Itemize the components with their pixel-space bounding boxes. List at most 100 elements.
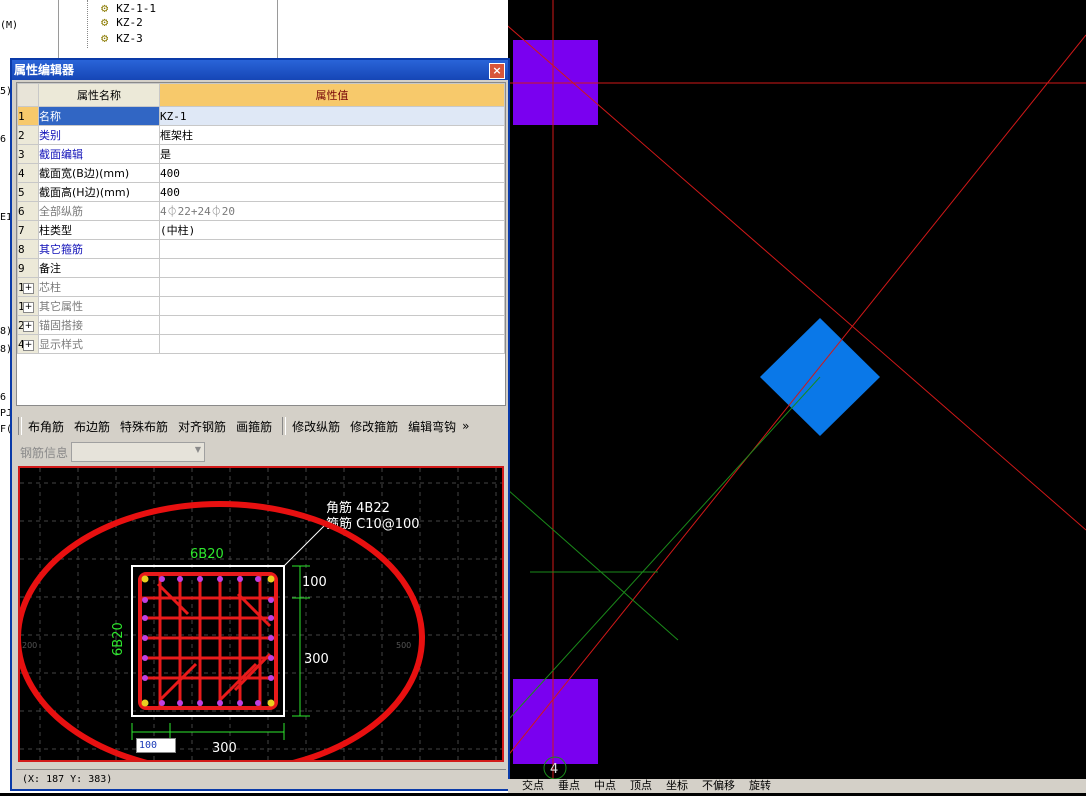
- property-row[interactable]: 7 柱类型 (中柱): [17, 220, 505, 240]
- property-row[interactable]: 15+其它属性: [17, 296, 505, 316]
- property-row[interactable]: 10+芯柱: [17, 277, 505, 297]
- corner-rebar-point[interactable]: [267, 575, 275, 583]
- expand-icon[interactable]: +: [23, 282, 34, 294]
- property-name-label: 全部纵筋: [39, 205, 83, 218]
- property-value[interactable]: KZ-1: [159, 106, 505, 126]
- rotate-toggle[interactable]: 旋转: [749, 779, 771, 793]
- side-rebar-point[interactable]: [177, 576, 183, 582]
- side-rebar-point[interactable]: [268, 615, 274, 621]
- property-value[interactable]: 框架柱: [159, 125, 505, 145]
- edge-rebar-button[interactable]: 布边筋: [74, 418, 110, 435]
- snap-intersection[interactable]: 交点: [522, 779, 544, 793]
- property-row[interactable]: 6 全部纵筋 4⏀22+24⏀20: [17, 201, 505, 221]
- component-tree: ⚙ KZ-1-1 ⚙ KZ-2 ⚙ KZ-3: [58, 0, 278, 58]
- property-row[interactable]: 28+锚固搭接: [17, 315, 505, 335]
- property-row[interactable]: 5 截面高(H边)(mm) 400: [17, 182, 505, 202]
- property-value[interactable]: 4⏀22+24⏀20: [159, 201, 505, 221]
- align-rebar-button[interactable]: 对齐钢筋: [178, 418, 226, 435]
- property-value[interactable]: [159, 296, 505, 316]
- snap-midpoint[interactable]: 中点: [594, 779, 616, 793]
- side-rebar-point[interactable]: [177, 700, 183, 706]
- snap-toolbar: 交点 垂点 中点 顶点 坐标 不偏移 旋转: [508, 779, 1086, 793]
- window-title-bar[interactable]: 属性编辑器 ×: [12, 60, 508, 80]
- left-fragment: 6: [0, 134, 7, 145]
- expand-icon[interactable]: +: [23, 339, 34, 351]
- side-rebar-point[interactable]: [142, 655, 148, 661]
- row-number: 7: [17, 220, 39, 240]
- expand-icon[interactable]: +: [23, 301, 34, 313]
- row-number: 8: [17, 239, 39, 259]
- toolbar-more-button[interactable]: »: [462, 419, 469, 433]
- side-rebar-point[interactable]: [142, 597, 148, 603]
- corner-rebar-point[interactable]: [141, 699, 149, 707]
- tree-item-kz-3[interactable]: ⚙ KZ-3: [101, 30, 143, 46]
- side-rebar-point[interactable]: [237, 576, 243, 582]
- corner-rebar-point[interactable]: [141, 575, 149, 583]
- corner-rebar-button[interactable]: 布角筋: [28, 418, 64, 435]
- property-row[interactable]: 3 截面编辑 是: [17, 144, 505, 164]
- property-row[interactable]: 8 其它箍筋: [17, 239, 505, 259]
- side-rebar-point[interactable]: [268, 675, 274, 681]
- property-row[interactable]: 9 备注: [17, 258, 505, 278]
- offset-select[interactable]: 不偏移: [702, 779, 735, 793]
- property-value[interactable]: [159, 315, 505, 335]
- property-name-label: 截面高(H边)(mm): [39, 186, 130, 199]
- drawing-canvas[interactable]: 4: [477, 0, 1086, 794]
- property-value[interactable]: 400: [159, 163, 505, 183]
- gear-icon: ⚙: [101, 31, 109, 45]
- snap-perpendicular[interactable]: 垂点: [558, 779, 580, 793]
- side-rebar-point[interactable]: [268, 655, 274, 661]
- property-editor-window[interactable]: 属性编辑器 × 属性名称 属性值 1 名称 KZ-1 2 类别 框架柱 3 截面编辑是 4 截面宽…: [10, 58, 510, 791]
- modify-stirrup-button[interactable]: 修改箍筋: [350, 418, 398, 435]
- draw-stirrup-button[interactable]: 画箍筋: [236, 418, 272, 435]
- property-name-label: 名称: [39, 110, 61, 123]
- snap-coordinate[interactable]: 坐标: [666, 779, 688, 793]
- property-value[interactable]: 是: [159, 144, 505, 164]
- property-value[interactable]: [159, 239, 505, 259]
- property-value[interactable]: [159, 277, 505, 297]
- side-rebar-point[interactable]: [159, 700, 165, 706]
- special-rebar-button[interactable]: 特殊布筋: [120, 418, 168, 435]
- side-rebar-point[interactable]: [142, 635, 148, 641]
- property-value[interactable]: 400: [159, 182, 505, 202]
- snap-vertex[interactable]: 顶点: [630, 779, 652, 793]
- side-rebar-point[interactable]: [159, 576, 165, 582]
- dimension-input[interactable]: 100: [136, 738, 176, 753]
- property-value[interactable]: (中柱): [159, 220, 505, 240]
- close-icon: ×: [492, 64, 502, 77]
- edit-hook-button[interactable]: 编辑弯钩: [408, 418, 456, 435]
- section-preview[interactable]: 200 500 角筋 4B22 箍筋 C10@100 6B20 6B20 100…: [15, 466, 504, 775]
- side-rebar-point[interactable]: [217, 576, 223, 582]
- side-rebar-point[interactable]: [217, 700, 223, 706]
- property-row[interactable]: 4 截面宽(B边)(mm) 400: [17, 163, 505, 183]
- dim-300-right: 300: [304, 652, 329, 667]
- property-row[interactable]: 43+显示样式: [17, 334, 505, 354]
- tree-item-kz-2[interactable]: ⚙ KZ-2: [101, 14, 143, 30]
- rebar-info-select[interactable]: ▼: [71, 442, 206, 462]
- property-name: 截面宽(B边)(mm): [38, 163, 160, 183]
- side-rebar-point[interactable]: [237, 700, 243, 706]
- close-button[interactable]: ×: [489, 63, 505, 79]
- side-rebar-point[interactable]: [255, 576, 261, 582]
- property-name-label: 芯柱: [39, 281, 61, 294]
- property-row[interactable]: 1 名称 KZ-1: [17, 106, 505, 126]
- property-row[interactable]: 2 类别 框架柱: [17, 125, 505, 145]
- canvas-svg: 4: [477, 0, 1086, 794]
- stirrup-segment: [158, 662, 198, 702]
- row-number: 3: [17, 144, 39, 164]
- side-rebar-point[interactable]: [197, 576, 203, 582]
- tree-item-label: KZ-3: [116, 31, 143, 45]
- property-value[interactable]: [159, 258, 505, 278]
- modify-long-rebar-button[interactable]: 修改纵筋: [292, 418, 340, 435]
- side-rebar-point[interactable]: [255, 700, 261, 706]
- expand-icon[interactable]: +: [23, 320, 34, 332]
- column-bottom-left[interactable]: [513, 679, 598, 764]
- side-rebar-point[interactable]: [268, 597, 274, 603]
- property-name: 截面编辑: [38, 144, 160, 164]
- side-rebar-point[interactable]: [197, 700, 203, 706]
- corner-rebar-point[interactable]: [267, 699, 275, 707]
- side-rebar-point[interactable]: [142, 615, 148, 621]
- side-rebar-point[interactable]: [268, 635, 274, 641]
- side-rebar-point[interactable]: [142, 675, 148, 681]
- property-value[interactable]: [159, 334, 505, 354]
